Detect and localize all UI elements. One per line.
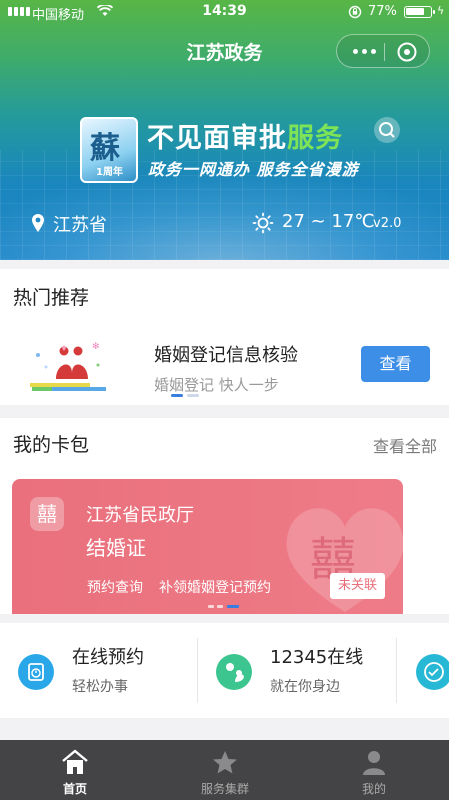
mini-program-capsule <box>336 34 430 68</box>
hotline-icon <box>216 654 252 690</box>
charging-icon: ϟ <box>437 4 445 17</box>
bottom-tab-bar: 首页 服务集群 我的 <box>0 740 449 800</box>
battery-percent: 77% <box>368 4 397 19</box>
close-circle-icon[interactable] <box>396 41 418 63</box>
header-banner: 中国移动 14:39 77% ϟ 江苏政务 蘇 1周年 不见面审批服务 政务一网… <box>0 0 449 260</box>
rotation-lock-icon <box>348 5 362 19</box>
section-title-wallet: 我的卡包 <box>13 434 90 456</box>
quick-item-online-appointment[interactable]: 在线预约 轻松办事 <box>0 623 197 718</box>
location-pin-icon <box>32 214 44 232</box>
banner-subtitle: 政务一网通办 服务全省漫游 <box>148 160 359 179</box>
weather-temperature: 27 ~ 17℃ <box>282 211 375 232</box>
card-wallet-section: 我的卡包 查看全部 囍 囍 江苏省民政厅 结婚证 预约查询 补领婚姻登记预约 未… <box>0 418 449 614</box>
section-title-hot: 热门推荐 <box>13 287 90 309</box>
hot-item-name[interactable]: 婚姻登记信息核验 <box>154 341 298 367</box>
card-carousel-indicator <box>208 605 248 609</box>
logo-caption: 1周年 <box>96 167 123 178</box>
more-dots-icon[interactable] <box>349 39 379 63</box>
capsule-divider <box>384 43 385 61</box>
user-icon <box>363 751 385 775</box>
banner-title-highlight: 服务 <box>287 123 343 154</box>
sun-icon <box>252 212 274 234</box>
version-label: v2.0 <box>373 216 402 231</box>
tab-mine[interactable]: 我的 <box>299 740 449 800</box>
reissue-appointment-link[interactable]: 补领婚姻登记预约 <box>159 577 271 597</box>
quick-item-sub: 就在你身边 <box>270 679 340 695</box>
logo-glyph: 蘇 <box>90 131 120 166</box>
hot-recommend-section: 热门推荐 ✻ 婚姻登记信息核验 婚姻登记 快人一步 查看 <box>0 269 449 405</box>
quick-item-title: 12345在线 <box>270 647 364 668</box>
home-icon <box>62 749 88 774</box>
banner-title-main: 不见面审批 <box>147 123 287 154</box>
view-all-link[interactable]: 查看全部 <box>373 433 437 457</box>
card-name: 结婚证 <box>86 536 146 560</box>
search-icon[interactable] <box>374 117 400 143</box>
status-bar: 中国移动 14:39 77% ϟ <box>0 0 449 24</box>
quick-services-row: 在线预约 轻松办事 12345在线 就在你身边 <box>0 623 449 718</box>
tab-home[interactable]: 首页 <box>0 740 150 800</box>
double-happiness-icon: 囍 <box>30 497 64 531</box>
star-icon <box>213 751 237 774</box>
quick-item-sub: 轻松办事 <box>72 679 128 695</box>
quick-item-12345[interactable]: 12345在线 就在你身边 <box>198 623 396 718</box>
appointment-icon <box>18 654 54 690</box>
battery-icon <box>404 6 435 18</box>
tab-service-cluster[interactable]: 服务集群 <box>150 740 300 800</box>
location-text[interactable]: 江苏省 <box>53 211 107 237</box>
carousel-indicator <box>171 394 211 398</box>
view-button[interactable]: 查看 <box>361 346 430 382</box>
card-issuer: 江苏省民政厅 <box>86 505 194 526</box>
tab-label: 我的 <box>361 782 386 796</box>
unlinked-badge[interactable]: 未关联 <box>330 573 385 599</box>
marriage-illustration-icon: ✻ <box>30 342 106 391</box>
marriage-certificate-card[interactable]: 囍 囍 江苏省民政厅 结婚证 预约查询 补领婚姻登记预约 未关联 <box>12 479 403 614</box>
banner-title: 不见面审批服务 <box>147 116 343 155</box>
tab-label: 首页 <box>62 782 87 796</box>
svg-text:✻: ✻ <box>92 342 100 352</box>
tab-label: 服务集群 <box>200 782 249 796</box>
anniversary-logo: 蘇 1周年 <box>80 117 138 183</box>
quick-item-third[interactable] <box>397 623 449 718</box>
service-icon <box>416 654 449 690</box>
hot-item-desc: 婚姻登记 快人一步 <box>154 376 279 394</box>
quick-item-title: 在线预约 <box>72 647 144 668</box>
appointment-query-link[interactable]: 预约查询 <box>87 577 143 597</box>
